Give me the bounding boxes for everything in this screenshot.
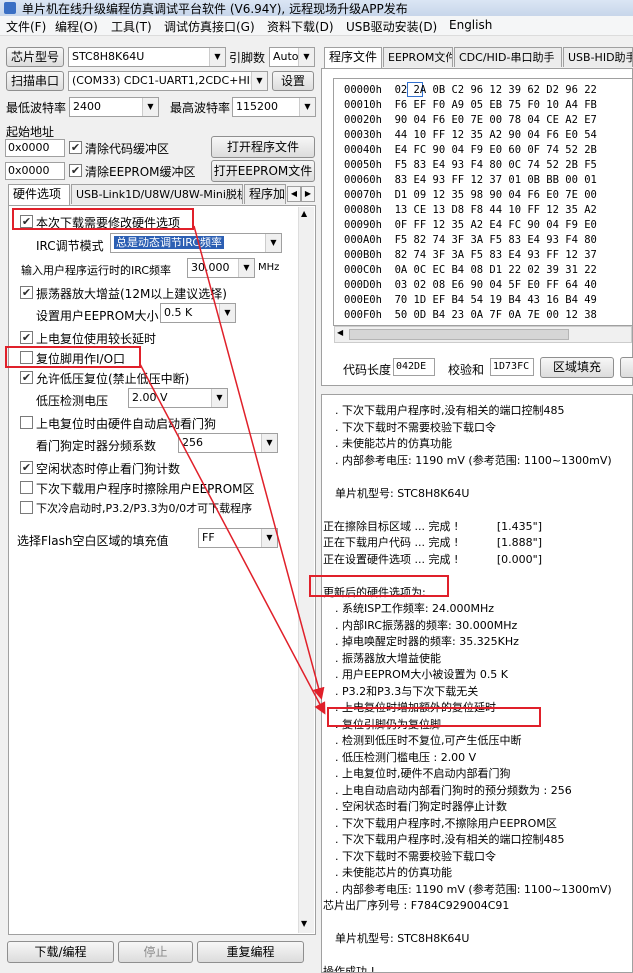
arrow-reset-to-result	[139, 363, 326, 715]
arrow-modify-to-result	[193, 225, 325, 700]
annotation-arrows	[139, 225, 326, 715]
